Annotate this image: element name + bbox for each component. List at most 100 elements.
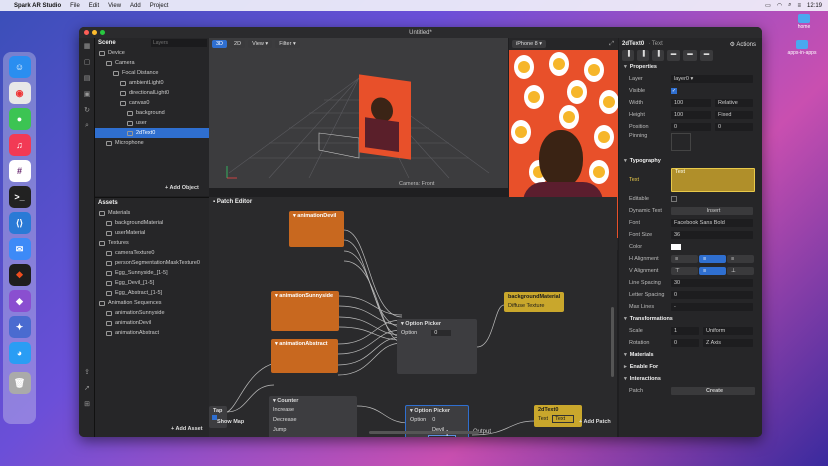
text-input[interactable]: Text (671, 168, 755, 192)
align-left-icon[interactable]: ▐ (622, 50, 634, 61)
height-input[interactable]: 100 (671, 111, 711, 119)
search-icon[interactable]: ⌕ (79, 118, 95, 134)
tree-item[interactable]: Egg_Abstract_[1-5] (95, 288, 209, 298)
slack-icon[interactable]: # (8, 160, 31, 182)
add-icon[interactable]: ⊞ (79, 396, 95, 412)
letter-spacing-input[interactable]: 0 (671, 291, 753, 299)
layers-icon[interactable]: ▦ (79, 38, 95, 54)
tree-item[interactable]: Focal Distance (95, 68, 209, 78)
patch-node-background-material[interactable]: backgroundMaterial Diffuse Texture (504, 292, 564, 312)
horizontal-scrollbar[interactable] (369, 431, 479, 434)
spark-ar-icon[interactable]: ◆ (8, 290, 31, 312)
refresh-icon[interactable]: ↻ (79, 102, 95, 118)
game-icon[interactable]: ✦ (8, 316, 31, 338)
tree-item[interactable]: background (95, 108, 209, 118)
scale-input[interactable]: 1 (671, 327, 699, 335)
align-middle-icon[interactable]: ▬ (683, 50, 697, 61)
section-interactions[interactable]: Interactions (619, 373, 762, 385)
layer-select[interactable]: layer0 ▾ (671, 75, 753, 83)
share-icon[interactable]: ⇪ (79, 364, 95, 380)
v-align-bottom-icon[interactable]: ⊥ (727, 267, 754, 275)
position-y-input[interactable]: 0 (715, 123, 753, 131)
layers-search-input[interactable] (151, 39, 207, 47)
tree-item[interactable]: animationSunnyside (95, 308, 209, 318)
box-icon[interactable]: ▢ (79, 54, 95, 70)
h-align-left-icon[interactable]: ≡ (671, 255, 698, 263)
maximize-icon[interactable] (100, 30, 105, 35)
rotation-axis-select[interactable]: Z Axis (703, 339, 753, 347)
finder-icon[interactable]: ☺ (8, 56, 31, 78)
text-port-value[interactable]: Text (552, 415, 575, 423)
scale-mode-select[interactable]: Uniform (703, 327, 753, 335)
max-lines-input[interactable]: - (671, 303, 753, 311)
section-enable-for[interactable]: Enable For (619, 361, 762, 373)
section-transformations[interactable]: Transformations (619, 313, 762, 325)
mail-icon[interactable]: ✉ (8, 238, 31, 260)
add-asset-button[interactable]: + Add Asset (171, 426, 203, 432)
messages-icon[interactable]: ● (8, 108, 31, 130)
tree-item[interactable]: Egg_Sunnyside_[1-5] (95, 268, 209, 278)
control-center-icon[interactable]: ≡ (797, 3, 801, 9)
vertical-scrollbar[interactable] (611, 307, 614, 377)
send-icon[interactable]: ➚ (79, 380, 95, 396)
v-align-top-icon[interactable]: ⊤ (671, 267, 698, 275)
h-align-center-icon[interactable]: ≡ (699, 255, 726, 263)
tree-item[interactable]: ambientLight0 (95, 78, 209, 88)
tree-item[interactable]: personSegmentationMaskTexture0 (95, 258, 209, 268)
counter-port[interactable]: Increase (269, 405, 357, 415)
h-align-right-icon[interactable]: ≡ (727, 255, 754, 263)
option-port[interactable]: Option 0 (397, 328, 477, 338)
counter-port[interactable]: Jump (269, 425, 357, 435)
visible-checkbox[interactable]: ✓ (671, 88, 677, 94)
option-edit-input[interactable] (428, 435, 456, 437)
rotation-input[interactable]: 0 (671, 339, 699, 347)
section-typography[interactable]: Typography (619, 155, 762, 167)
diffuse-texture-port[interactable]: Diffuse Texture (504, 301, 564, 310)
insert-button[interactable]: Insert (671, 207, 753, 215)
editable-checkbox[interactable] (671, 196, 677, 202)
tree-item[interactable]: user (95, 118, 209, 128)
close-icon[interactable] (84, 30, 89, 35)
tweetbot-icon[interactable]: ◕ (8, 342, 31, 364)
tree-item[interactable]: directionalLight0 (95, 88, 209, 98)
tree-item[interactable]: Microphone (95, 138, 209, 148)
viewport[interactable]: 3D 2D View ▾ Filter ▾ Camera: Front (209, 38, 508, 188)
menu-app-name[interactable]: Spark AR Studio (14, 3, 61, 9)
tree-item[interactable]: 2dText0 (95, 128, 209, 138)
counter-port[interactable]: Decrease (269, 415, 357, 425)
grid-icon[interactable]: ▤ (79, 70, 95, 86)
tree-item[interactable]: Animation Sequences (95, 298, 209, 308)
image-icon[interactable]: ▣ (79, 86, 95, 102)
tree-item[interactable]: animationAbstract (95, 328, 209, 338)
v-align-middle-icon[interactable]: ≡ (699, 267, 726, 275)
menubar-time[interactable]: 12:19 (807, 3, 822, 9)
wifi-icon[interactable]: ◠ (777, 2, 782, 9)
patch-node-2dtext[interactable]: 2dText0 Text Text (534, 405, 582, 427)
tree-item[interactable]: canvas0 (95, 98, 209, 108)
battery-icon[interactable]: ▭ (765, 2, 771, 9)
font-size-select[interactable]: 36 (671, 231, 753, 239)
add-object-button[interactable]: + Add Object (165, 185, 199, 191)
menu-add[interactable]: Add (130, 3, 141, 9)
show-map-button[interactable]: Show Map (217, 419, 244, 425)
counter-port[interactable]: Jump to Number0 (269, 435, 357, 437)
patch-node-animation-abstract[interactable]: ▾ animationAbstract (271, 339, 338, 373)
minimize-icon[interactable] (92, 30, 97, 35)
menu-edit[interactable]: Edit (89, 3, 99, 9)
expand-icon[interactable]: ⤢ (609, 41, 614, 48)
tree-item[interactable]: Materials (95, 208, 209, 218)
color-swatch[interactable] (671, 244, 681, 250)
font-select[interactable]: Facebook Sans Bold (671, 219, 753, 227)
section-materials[interactable]: Materials (619, 349, 762, 361)
music-icon[interactable]: ♫ (8, 134, 31, 156)
option-value[interactable]: 0 (431, 330, 452, 336)
patch-node-counter[interactable]: ▾ Counter Increase Decrease Jump Jump to Nu… (269, 396, 357, 437)
vscode-icon[interactable]: ⟨⟩ (8, 212, 31, 234)
position-x-input[interactable]: 0 (671, 123, 711, 131)
pinning-widget[interactable] (671, 133, 691, 151)
patch-node-animation-devil[interactable]: ▾ animationDevil (289, 211, 344, 247)
align-top-icon[interactable]: ▬ (666, 50, 681, 61)
device-dropdown[interactable]: iPhone 8 ▾ (512, 40, 547, 48)
width-input[interactable]: 100 (671, 99, 711, 107)
terminal-icon[interactable]: >_ (8, 186, 31, 208)
